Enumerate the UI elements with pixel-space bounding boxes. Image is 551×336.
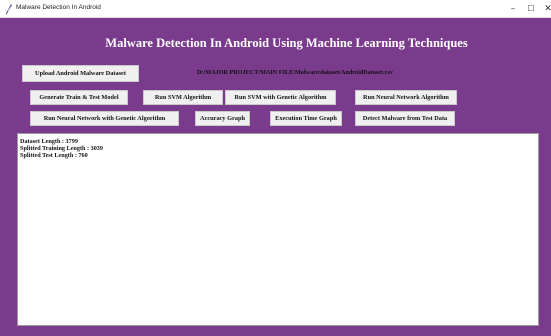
output-line-test-length: Splitted Test Length : 760 xyxy=(20,152,88,159)
app-window: Malware Detection In Android – ☐ ✕ Malwa… xyxy=(0,0,551,336)
execution-time-graph-button[interactable]: Execution Time Graph xyxy=(270,111,342,126)
generate-model-button[interactable]: Generate Train & Test Model xyxy=(30,90,128,105)
minimize-icon[interactable]: – xyxy=(503,0,523,18)
detect-malware-button[interactable]: Detect Malware from Test Data xyxy=(355,111,455,126)
run-neural-network-button[interactable]: Run Neural Network Algorithm xyxy=(355,90,457,105)
upload-dataset-button[interactable]: Upload Android Malware Dataset xyxy=(22,65,139,82)
dataset-path-label: D:/MAJOR PROJECT/MAIN FILE/Malware/datas… xyxy=(197,69,393,76)
output-text-area[interactable]: Dataset Length : 3799 Splitted Training … xyxy=(17,133,539,326)
accuracy-graph-button[interactable]: Accuracy Graph xyxy=(195,111,250,126)
run-svm-genetic-button[interactable]: Run SVM with Genetic Algorithm xyxy=(225,90,336,105)
title-bar[interactable]: Malware Detection In Android – ☐ ✕ xyxy=(0,0,551,18)
page-title: Malware Detection In Android Using Machi… xyxy=(105,36,468,50)
window-title: Malware Detection In Android xyxy=(16,4,101,11)
close-icon[interactable]: ✕ xyxy=(538,0,551,18)
output-line-training-length: Splitted Training Length : 3039 xyxy=(20,145,103,152)
feather-icon xyxy=(5,4,12,15)
run-neural-network-genetic-button[interactable]: Run Neural Network with Genetic Algorith… xyxy=(30,111,179,126)
run-svm-button[interactable]: Run SVM Algorithm xyxy=(143,90,223,105)
output-line-dataset-length: Dataset Length : 3799 xyxy=(20,138,78,145)
